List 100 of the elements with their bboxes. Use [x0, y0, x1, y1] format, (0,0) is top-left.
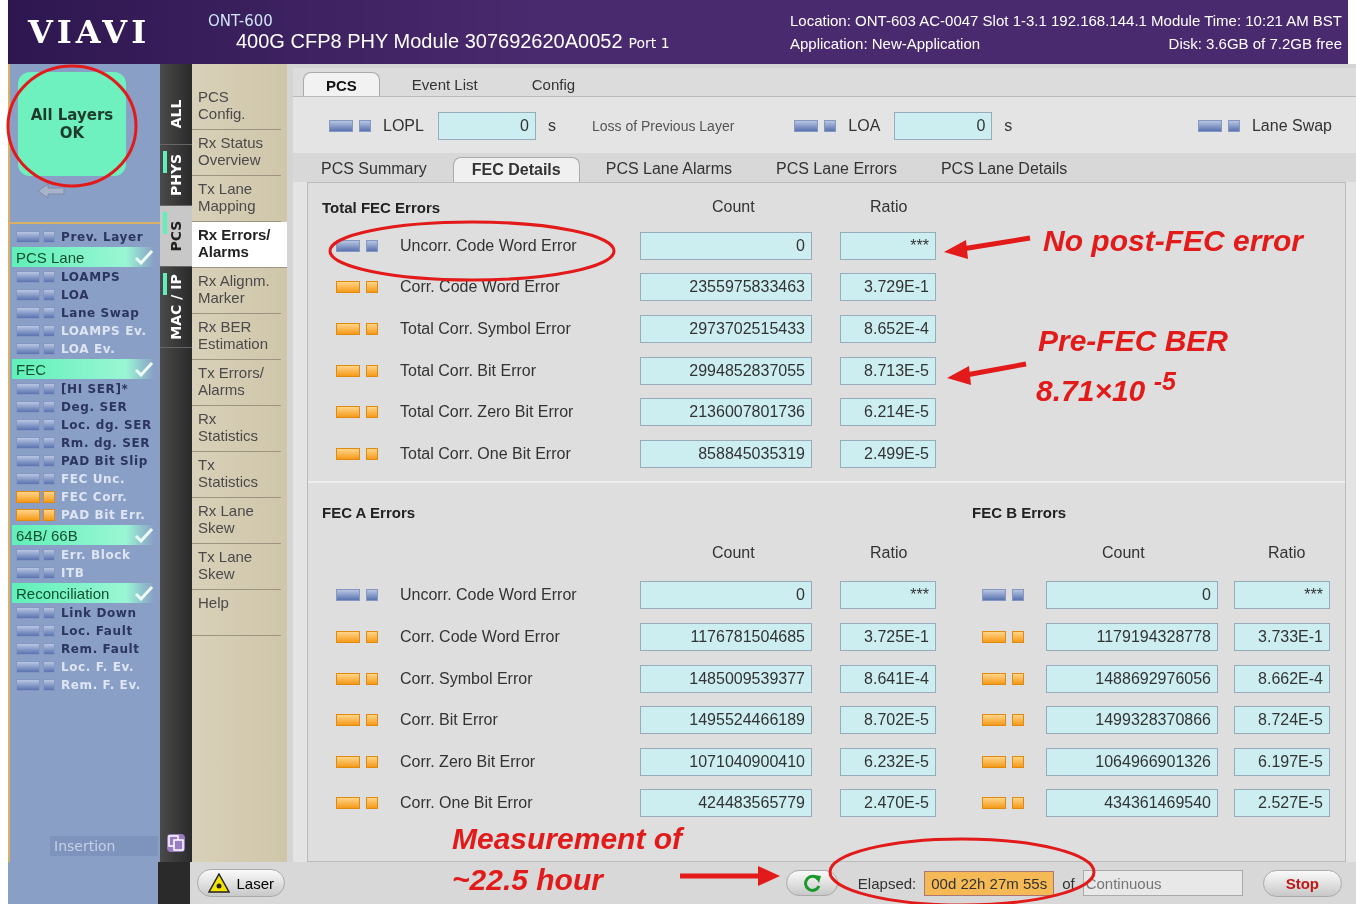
count-field: 1499328370866 [1046, 706, 1218, 735]
tab[interactable]: PCS Lane Alarms [587, 157, 750, 182]
count-field: 0 [640, 231, 812, 260]
error-label: Total Corr. Zero Bit Error [400, 403, 575, 422]
check-icon [134, 585, 154, 601]
error-label: Corr. Bit Error [400, 711, 499, 730]
tab[interactable]: FEC Details [452, 157, 580, 182]
count-field: 1495524466189 [640, 706, 812, 735]
signal-label: Lane Swap [61, 306, 140, 320]
indicator-description: Loss of Previous Layer [591, 118, 735, 134]
ratio-field: 8.641E-4 [840, 664, 936, 693]
tab[interactable]: PCS Lane Details [922, 157, 1086, 182]
error-label: Total Corr. Bit Error [400, 361, 538, 380]
signal-label: Rm. dg. SER [61, 436, 151, 450]
count-field: 2136007801736 [640, 398, 812, 427]
ratio-field: 2.527E-5 [1234, 789, 1330, 818]
menu-item[interactable]: Rx Status Overview [192, 130, 281, 176]
menu-item[interactable]: Rx Lane Skew [192, 498, 281, 544]
port-label: Port 1 [628, 34, 670, 51]
column-header: Ratio [1268, 543, 1306, 562]
menu-item[interactable]: Rx BER Estimation [192, 314, 281, 360]
back-arrow-icon[interactable] [36, 182, 66, 198]
check-icon [134, 249, 154, 265]
signal-label: PAD Bit Slip [61, 454, 148, 468]
signal-label: Loc. dg. SER [61, 418, 152, 432]
menu-item[interactable]: PCS Config. [192, 84, 281, 130]
of-label: of [1062, 874, 1075, 892]
annotation-text: ~22.5 hour [452, 863, 603, 896]
elapsed-time-field: 00d 22h 27m 55s [924, 870, 1055, 896]
duration-field[interactable]: Continuous [1082, 870, 1243, 896]
section-title: Total FEC Errors [322, 198, 441, 216]
seconds-field: 0 [437, 112, 536, 140]
signal-label: Loc. F. Ev. [61, 660, 135, 674]
status-button[interactable]: All Layers OK [18, 72, 126, 176]
ratio-field: 3.729E-1 [840, 273, 936, 302]
error-label: Corr. Code Word Error [400, 627, 561, 646]
menu-item[interactable]: Rx Errors/ Alarms [192, 222, 289, 268]
signal-label: Loc. Fault [61, 624, 133, 638]
location-text: Location: ONT-603 AC-0047 Slot 1-3.1 192.168.144.1 Module Time: 10:21 AM BST [790, 12, 1342, 29]
layer-tab[interactable]: PCS [160, 206, 192, 267]
ratio-field: *** [1234, 581, 1330, 610]
warning-icon [208, 873, 231, 893]
signal-label: Rem. F. Ev. [61, 678, 141, 692]
signal-label: Link Down [61, 606, 137, 620]
menu-item[interactable]: Rx Alignm. Marker [192, 268, 281, 314]
disk-text: Disk: 3.6GB of 7.2GB free [1168, 35, 1342, 52]
indicator-label: Lane Swap [1251, 117, 1332, 135]
stop-button[interactable]: Stop [1262, 869, 1342, 897]
column-header: Ratio [870, 198, 908, 216]
count-field: 0 [640, 581, 812, 610]
product-name: ONT-600 [208, 11, 274, 30]
ratio-field: 6.214E-5 [840, 398, 936, 427]
check-icon [134, 361, 154, 377]
annotation-text: 8.71×10 $^{-5}$ [1036, 368, 1176, 407]
signal-label: Prev. Layer [61, 230, 144, 244]
column-header: Count [712, 543, 755, 562]
menu-item[interactable]: Tx Lane Skew [192, 544, 281, 590]
ratio-field: 8.702E-5 [840, 706, 936, 735]
restart-button[interactable] [785, 870, 838, 896]
signal-label: FEC Corr. [61, 490, 128, 504]
signal-label: PAD Bit Err. [61, 508, 146, 522]
count-field: 0 [1046, 581, 1218, 610]
section-title: FEC A Errors [322, 504, 416, 522]
signal-label: Deg. SER [61, 400, 128, 414]
ratio-field: 8.652E-4 [840, 315, 936, 343]
menu-item[interactable]: Help [192, 590, 281, 636]
menu-item[interactable]: Tx Errors/ Alarms [192, 360, 281, 406]
laser-button[interactable]: Laser [197, 869, 285, 897]
signal-label: ITB [61, 566, 85, 580]
menu-item[interactable]: Tx Statistics [192, 452, 281, 498]
unit-label: s [547, 117, 556, 135]
count-field: 2994852837055 [640, 356, 812, 385]
ratio-field: 8.713E-5 [840, 356, 936, 385]
count-field: 2355975833463 [640, 273, 812, 302]
tab[interactable]: PCS Summary [303, 157, 445, 182]
ratio-field: *** [840, 231, 936, 260]
tab[interactable]: Config [509, 72, 598, 96]
count-field: 1064966901326 [1046, 747, 1218, 776]
tab[interactable]: PCS [303, 72, 380, 96]
seconds-field: 0 [894, 112, 993, 140]
tab[interactable]: PCS Lane Errors [758, 157, 915, 182]
error-label: Total Corr. Symbol Error [400, 320, 572, 338]
logo: VIAVI [26, 13, 152, 51]
module-name: 400G CFP8 PHY Module 307692620A0052 [236, 29, 623, 53]
windows-icon[interactable] [167, 834, 185, 852]
signal-label: LOA Ev. [61, 342, 116, 356]
count-field: 1176781504685 [640, 622, 812, 651]
elapsed-label: Elapsed: [857, 874, 917, 892]
ratio-field: 6.197E-5 [1234, 747, 1330, 776]
menu-item[interactable]: Rx Statistics [192, 406, 281, 452]
signal-label: Err. Block [61, 548, 131, 562]
signal-label: Rem. Fault [61, 642, 140, 656]
ratio-field: 2.499E-5 [840, 439, 936, 468]
ratio-field: 3.733E-1 [1234, 622, 1330, 651]
ratio-field: 8.662E-4 [1234, 664, 1330, 693]
count-field: 424483565779 [640, 789, 812, 818]
error-label: Total Corr. One Bit Error [400, 444, 572, 463]
tab[interactable]: Event List [389, 72, 500, 96]
count-field: 2973702515433 [640, 315, 812, 343]
signal-label: LOAMPS [61, 270, 121, 284]
